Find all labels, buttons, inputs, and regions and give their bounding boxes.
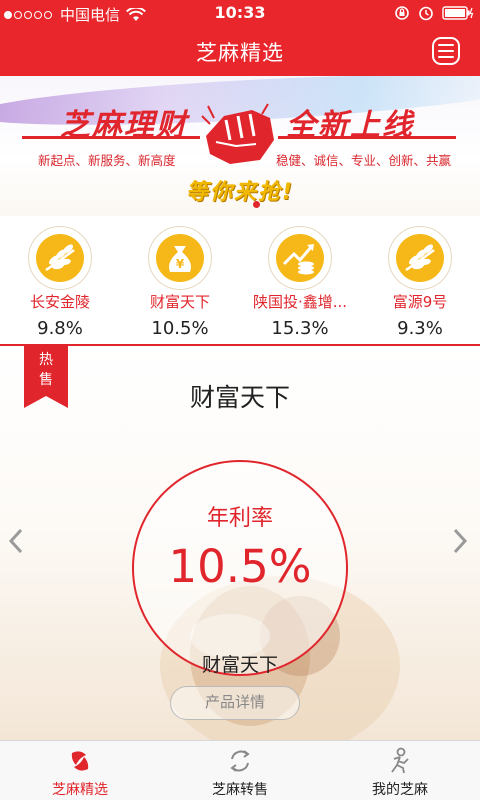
nav-header: 芝麻精选: [0, 26, 480, 76]
fist-icon: [201, 103, 274, 164]
featured-product-name: 财富天下: [201, 654, 278, 676]
product-rate: 10.5%: [151, 318, 209, 339]
rate-value: 10.5%: [168, 540, 312, 593]
featured-product: 热售 财富天下 年利率 10.5% 财富天下 产品详情: [0, 346, 480, 740]
product-rate: 15.3%: [271, 318, 329, 339]
menu-button[interactable]: [432, 37, 460, 65]
rate-circle: 年利率 10.5%: [132, 460, 348, 676]
product-row: 长安金陵 9.8% ¥ 财富天下 10.5% 陕国投·鑫增... 15.3% 富…: [0, 216, 480, 344]
tab-label: 芝麻精选: [52, 782, 108, 798]
growth-chart-icon: [268, 226, 332, 290]
status-bar: 中国电信 10:33: [0, 0, 480, 26]
tab-resale[interactable]: 芝麻转售: [160, 741, 320, 800]
profile-icon: [391, 747, 409, 774]
menu-icon: [438, 44, 454, 46]
promo-banner[interactable]: 芝麻理财 全新上线 新起点、新服务、新高度 稳健、诚信、专业、创新、共赢 等你来…: [0, 76, 480, 216]
banner-subtitle-right: 稳健、诚信、专业、创新、共赢: [276, 153, 452, 168]
alarm-clock-icon: [419, 6, 433, 21]
wheat-icon: [388, 226, 452, 290]
rotation-lock-icon: [395, 6, 409, 20]
home-icon: [71, 751, 89, 771]
product-item[interactable]: 陕国投·鑫增... 15.3%: [240, 216, 360, 344]
banner-subtitle-left: 新起点、新服务、新高度: [38, 153, 176, 168]
bottom-tab-bar: 芝麻精选 芝麻转售 我的芝麻: [0, 740, 480, 800]
money-bag-icon: ¥: [148, 226, 212, 290]
chevron-left-icon[interactable]: [6, 526, 26, 556]
wheat-icon: [28, 226, 92, 290]
battery-icon: [442, 6, 474, 20]
carousel-indicator: [253, 201, 260, 208]
tab-label: 我的芝麻: [372, 782, 428, 798]
chevron-right-icon[interactable]: [450, 526, 470, 556]
svg-text:¥: ¥: [176, 257, 185, 271]
tab-label: 芝麻转售: [212, 782, 268, 798]
product-name: 陕国投·鑫增...: [252, 293, 348, 311]
banner-divider: [22, 136, 200, 139]
tab-mine[interactable]: 我的芝麻: [320, 741, 480, 800]
product-item[interactable]: 富源9号 9.3%: [360, 216, 480, 344]
transfer-icon: [230, 750, 250, 772]
product-name: 富源9号: [392, 293, 448, 311]
product-name: 长安金陵: [29, 293, 90, 311]
product-rate: 9.3%: [397, 318, 443, 339]
tab-featured[interactable]: 芝麻精选: [0, 741, 160, 800]
featured-title: 财富天下: [189, 383, 290, 412]
page-title: 芝麻精选: [196, 41, 284, 65]
product-item[interactable]: 长安金陵 9.8%: [0, 216, 120, 344]
product-detail-button[interactable]: 产品详情: [170, 686, 300, 720]
product-item[interactable]: ¥ 财富天下 10.5%: [120, 216, 240, 344]
product-name: 财富天下: [149, 293, 210, 311]
banner-cta: 等你来抢!: [185, 180, 295, 205]
rate-label: 年利率: [206, 506, 273, 531]
banner-divider: [278, 136, 456, 139]
product-rate: 9.8%: [37, 318, 83, 339]
status-right: [394, 5, 474, 21]
